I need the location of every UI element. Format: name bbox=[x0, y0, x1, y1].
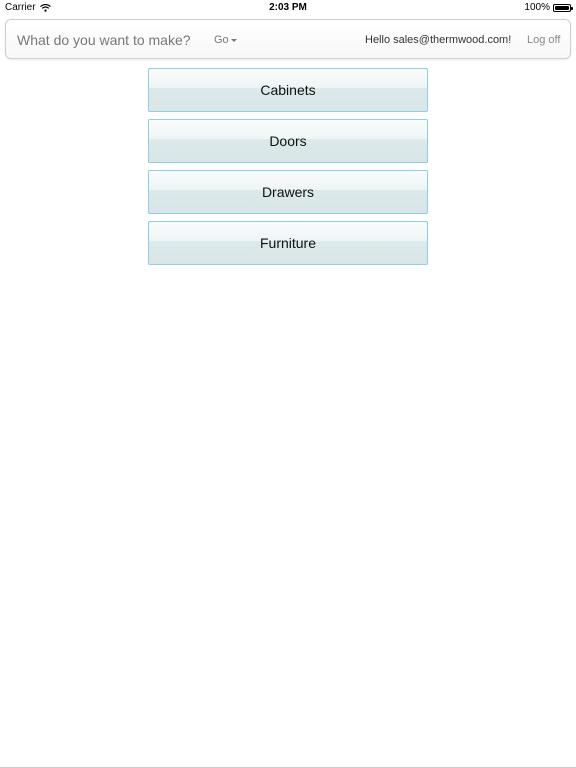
furniture-button[interactable]: Furniture bbox=[148, 221, 428, 265]
battery-icon bbox=[553, 3, 573, 12]
user-greeting: Hello sales@thermwood.com! bbox=[365, 34, 512, 46]
drawers-button[interactable]: Drawers bbox=[148, 170, 428, 214]
caret-down-icon bbox=[230, 39, 237, 42]
go-dropdown[interactable]: Go bbox=[214, 34, 237, 46]
battery-percent: 100% bbox=[524, 2, 550, 13]
go-label: Go bbox=[214, 34, 229, 46]
navbar: What do you want to make? Go Hello sales… bbox=[5, 19, 571, 59]
battery-indicator: 100% bbox=[524, 2, 573, 13]
status-bar: Carrier 2:03 PM 100% bbox=[0, 0, 576, 16]
logoff-link[interactable]: Log off bbox=[527, 34, 560, 46]
navbar-brand[interactable]: What do you want to make? bbox=[17, 32, 191, 48]
battery-fill bbox=[555, 5, 569, 10]
cabinets-button[interactable]: Cabinets bbox=[148, 68, 428, 112]
status-time: 2:03 PM bbox=[269, 2, 307, 13]
doors-button[interactable]: Doors bbox=[148, 119, 428, 163]
